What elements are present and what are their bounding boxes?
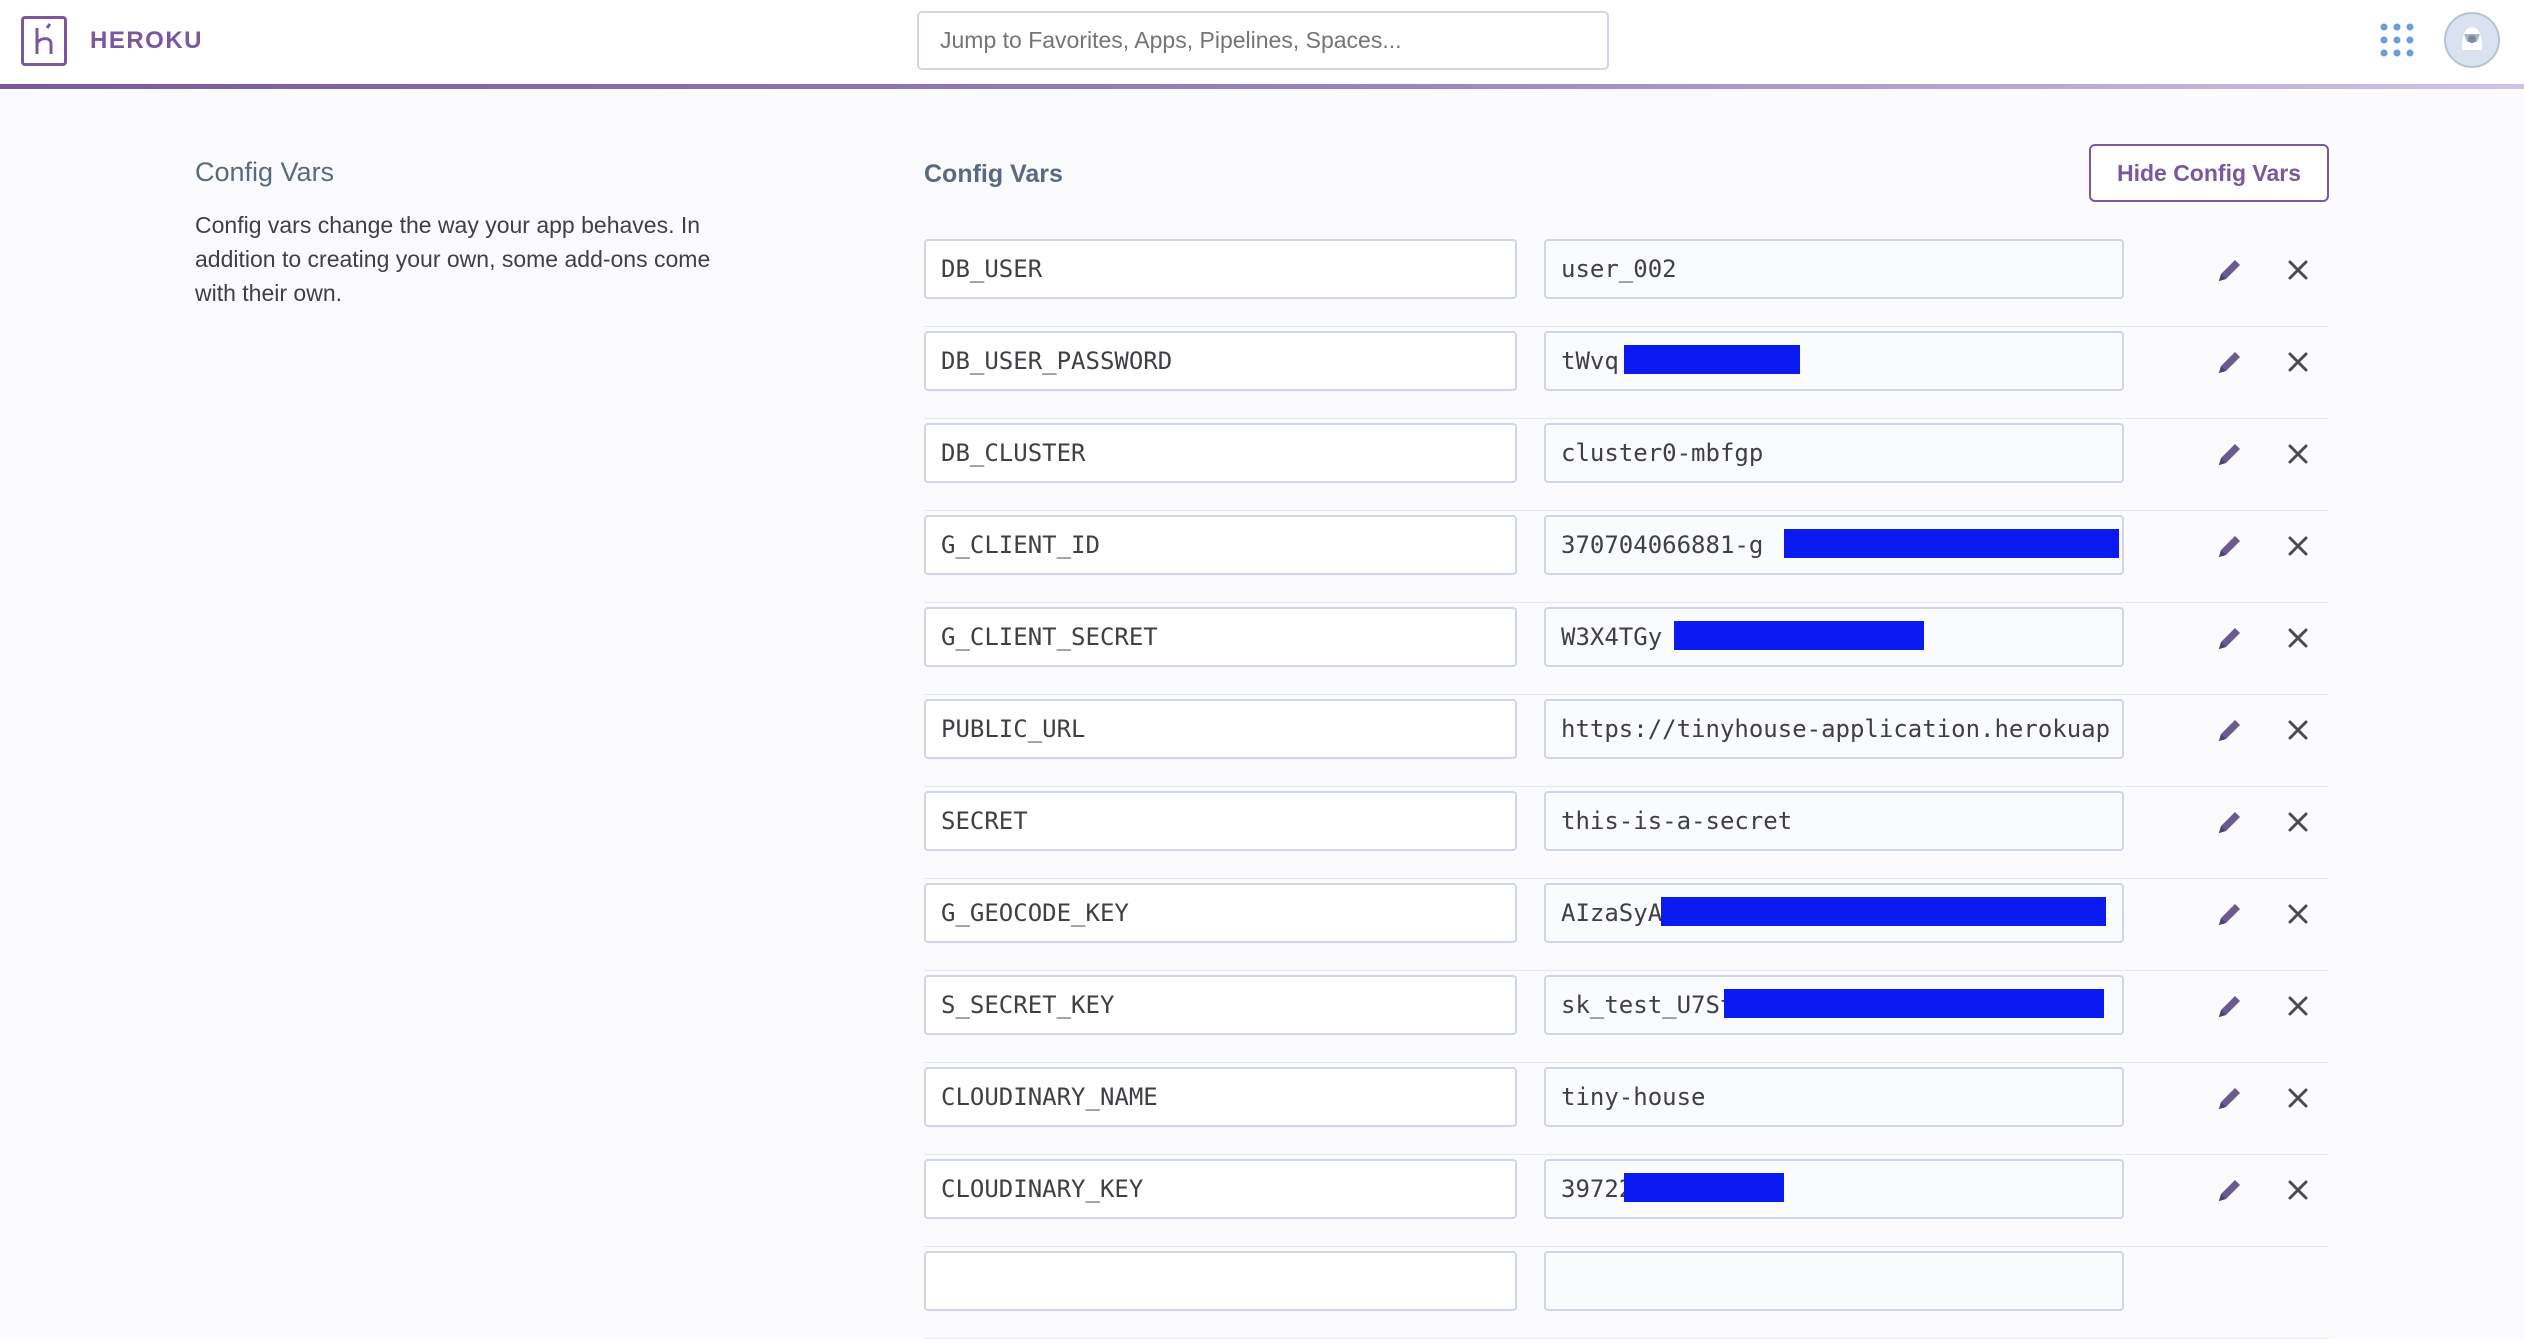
user-avatar-icon[interactable] [2444,12,2500,68]
config-var-key-field[interactable]: G_CLIENT_ID [924,515,1517,575]
pencil-edit-icon[interactable] [2214,1174,2246,1206]
redaction-block [1674,621,1924,650]
close-x-icon[interactable] [2284,1084,2312,1112]
config-var-value-text: 370704066881-g [1561,531,1764,559]
redaction-block [1624,1173,1784,1202]
config-var-key-field[interactable]: SECRET [924,791,1517,851]
config-var-value-field[interactable]: tWvq [1544,331,2124,391]
close-x-icon[interactable] [2284,992,2312,1020]
config-var-value-field[interactable]: 370704066881-g [1544,515,2124,575]
hide-config-vars-button[interactable]: Hide Config Vars [2089,144,2329,202]
config-var-value-field[interactable]: sk_test_U7St [1544,975,2124,1035]
config-var-key-field[interactable] [924,1251,1517,1311]
config-var-value-text: user_002 [1561,255,1677,283]
config-var-row: DB_CLUSTER cluster0-mbfgp [924,419,2329,511]
config-var-row: G_CLIENT_ID 370704066881-g [924,511,2329,603]
pencil-edit-icon[interactable] [2214,622,2246,654]
config-var-key-field[interactable]: G_GEOCODE_KEY [924,883,1517,943]
config-var-key-field[interactable]: DB_USER [924,239,1517,299]
config-var-value-field[interactable] [1544,1251,2124,1311]
config-var-key-field[interactable]: CLOUDINARY_KEY [924,1159,1517,1219]
top-header: HEROKU [0,0,2524,84]
config-var-value-text: W3X4TGy [1561,623,1663,651]
pencil-edit-icon[interactable] [2214,438,2246,470]
pencil-edit-icon[interactable] [2214,1082,2246,1114]
config-var-value-field[interactable]: 39722 [1544,1159,2124,1219]
config-var-value-text: AIzaSyA [1561,899,1663,927]
redaction-block [1724,989,2104,1018]
pencil-edit-icon[interactable] [2214,714,2246,746]
config-var-value-field[interactable]: tiny-house [1544,1067,2124,1127]
brand-name[interactable]: HEROKU [90,27,203,55]
config-var-row: G_CLIENT_SECRET W3X4TGy [924,603,2329,695]
config-var-value-text: 39722 [1561,1175,1634,1203]
close-x-icon[interactable] [2284,532,2312,560]
config-var-key-field[interactable]: PUBLIC_URL [924,699,1517,759]
close-x-icon[interactable] [2284,348,2312,376]
config-var-row [924,1247,2329,1339]
config-var-row: PUBLIC_URL https://tinyhouse-application.… [924,695,2329,787]
config-var-row: SECRET this-is-a-secret [924,787,2329,879]
config-var-row: CLOUDINARY_KEY 39722 [924,1155,2329,1247]
config-var-key-field[interactable]: DB_USER_PASSWORD [924,331,1517,391]
config-var-value-field[interactable]: this-is-a-secret [1544,791,2124,851]
config-var-row: G_GEOCODE_KEY AIzaSyA [924,879,2329,971]
close-x-icon[interactable] [2284,256,2312,284]
config-var-key-field[interactable]: S_SECRET_KEY [924,975,1517,1035]
pencil-edit-icon[interactable] [2214,990,2246,1022]
config-var-row: DB_USER_PASSWORD tWvq [924,327,2329,419]
redaction-block [1624,345,1800,374]
close-x-icon[interactable] [2284,624,2312,652]
config-var-value-field[interactable]: W3X4TGy [1544,607,2124,667]
search-input[interactable] [917,11,1609,70]
config-var-value-field[interactable]: https://tinyhouse-application.herokuap [1544,699,2124,759]
close-x-icon[interactable] [2284,716,2312,744]
pencil-edit-icon[interactable] [2214,806,2246,838]
config-var-value-text: cluster0-mbfgp [1561,439,1764,467]
config-var-value-field[interactable]: user_002 [1544,239,2124,299]
config-var-key-field[interactable]: G_CLIENT_SECRET [924,607,1517,667]
config-var-key-field[interactable]: DB_CLUSTER [924,423,1517,483]
config-var-row: DB_USER user_002 [924,235,2329,327]
section-description: Config vars change the way your app beha… [195,212,711,306]
heroku-logo-icon[interactable] [21,16,67,66]
section-title: Config Vars [195,157,335,187]
config-var-row: CLOUDINARY_NAME tiny-house [924,1063,2329,1155]
pencil-edit-icon[interactable] [2214,254,2246,286]
config-var-row: S_SECRET_KEY sk_test_U7St [924,971,2329,1063]
pencil-edit-icon[interactable] [2214,530,2246,562]
redaction-block [1784,529,2119,558]
config-var-value-field[interactable]: cluster0-mbfgp [1544,423,2124,483]
close-x-icon[interactable] [2284,1176,2312,1204]
config-var-value-text: this-is-a-secret [1561,807,1793,835]
close-x-icon[interactable] [2284,808,2312,836]
config-vars-heading: Config Vars [924,160,1063,188]
grid-apps-icon[interactable] [2379,22,2415,58]
pencil-edit-icon[interactable] [2214,346,2246,378]
config-var-value-text: tWvq [1561,347,1619,375]
redaction-block [1661,897,2106,926]
config-var-value-field[interactable]: AIzaSyA [1544,883,2124,943]
config-var-key-field[interactable]: CLOUDINARY_NAME [924,1067,1517,1127]
config-var-value-text: https://tinyhouse-application.herokuap [1561,715,2111,743]
pencil-edit-icon[interactable] [2214,898,2246,930]
close-x-icon[interactable] [2284,900,2312,928]
config-vars-list: DB_USER user_002 DB_USER_PASSWORD tWvq DB_CL… [924,235,2329,1339]
close-x-icon[interactable] [2284,440,2312,468]
config-var-value-text: sk_test_U7St [1561,991,1735,1019]
header-accent-bar [0,84,2524,89]
config-var-value-text: tiny-house [1561,1083,1706,1111]
